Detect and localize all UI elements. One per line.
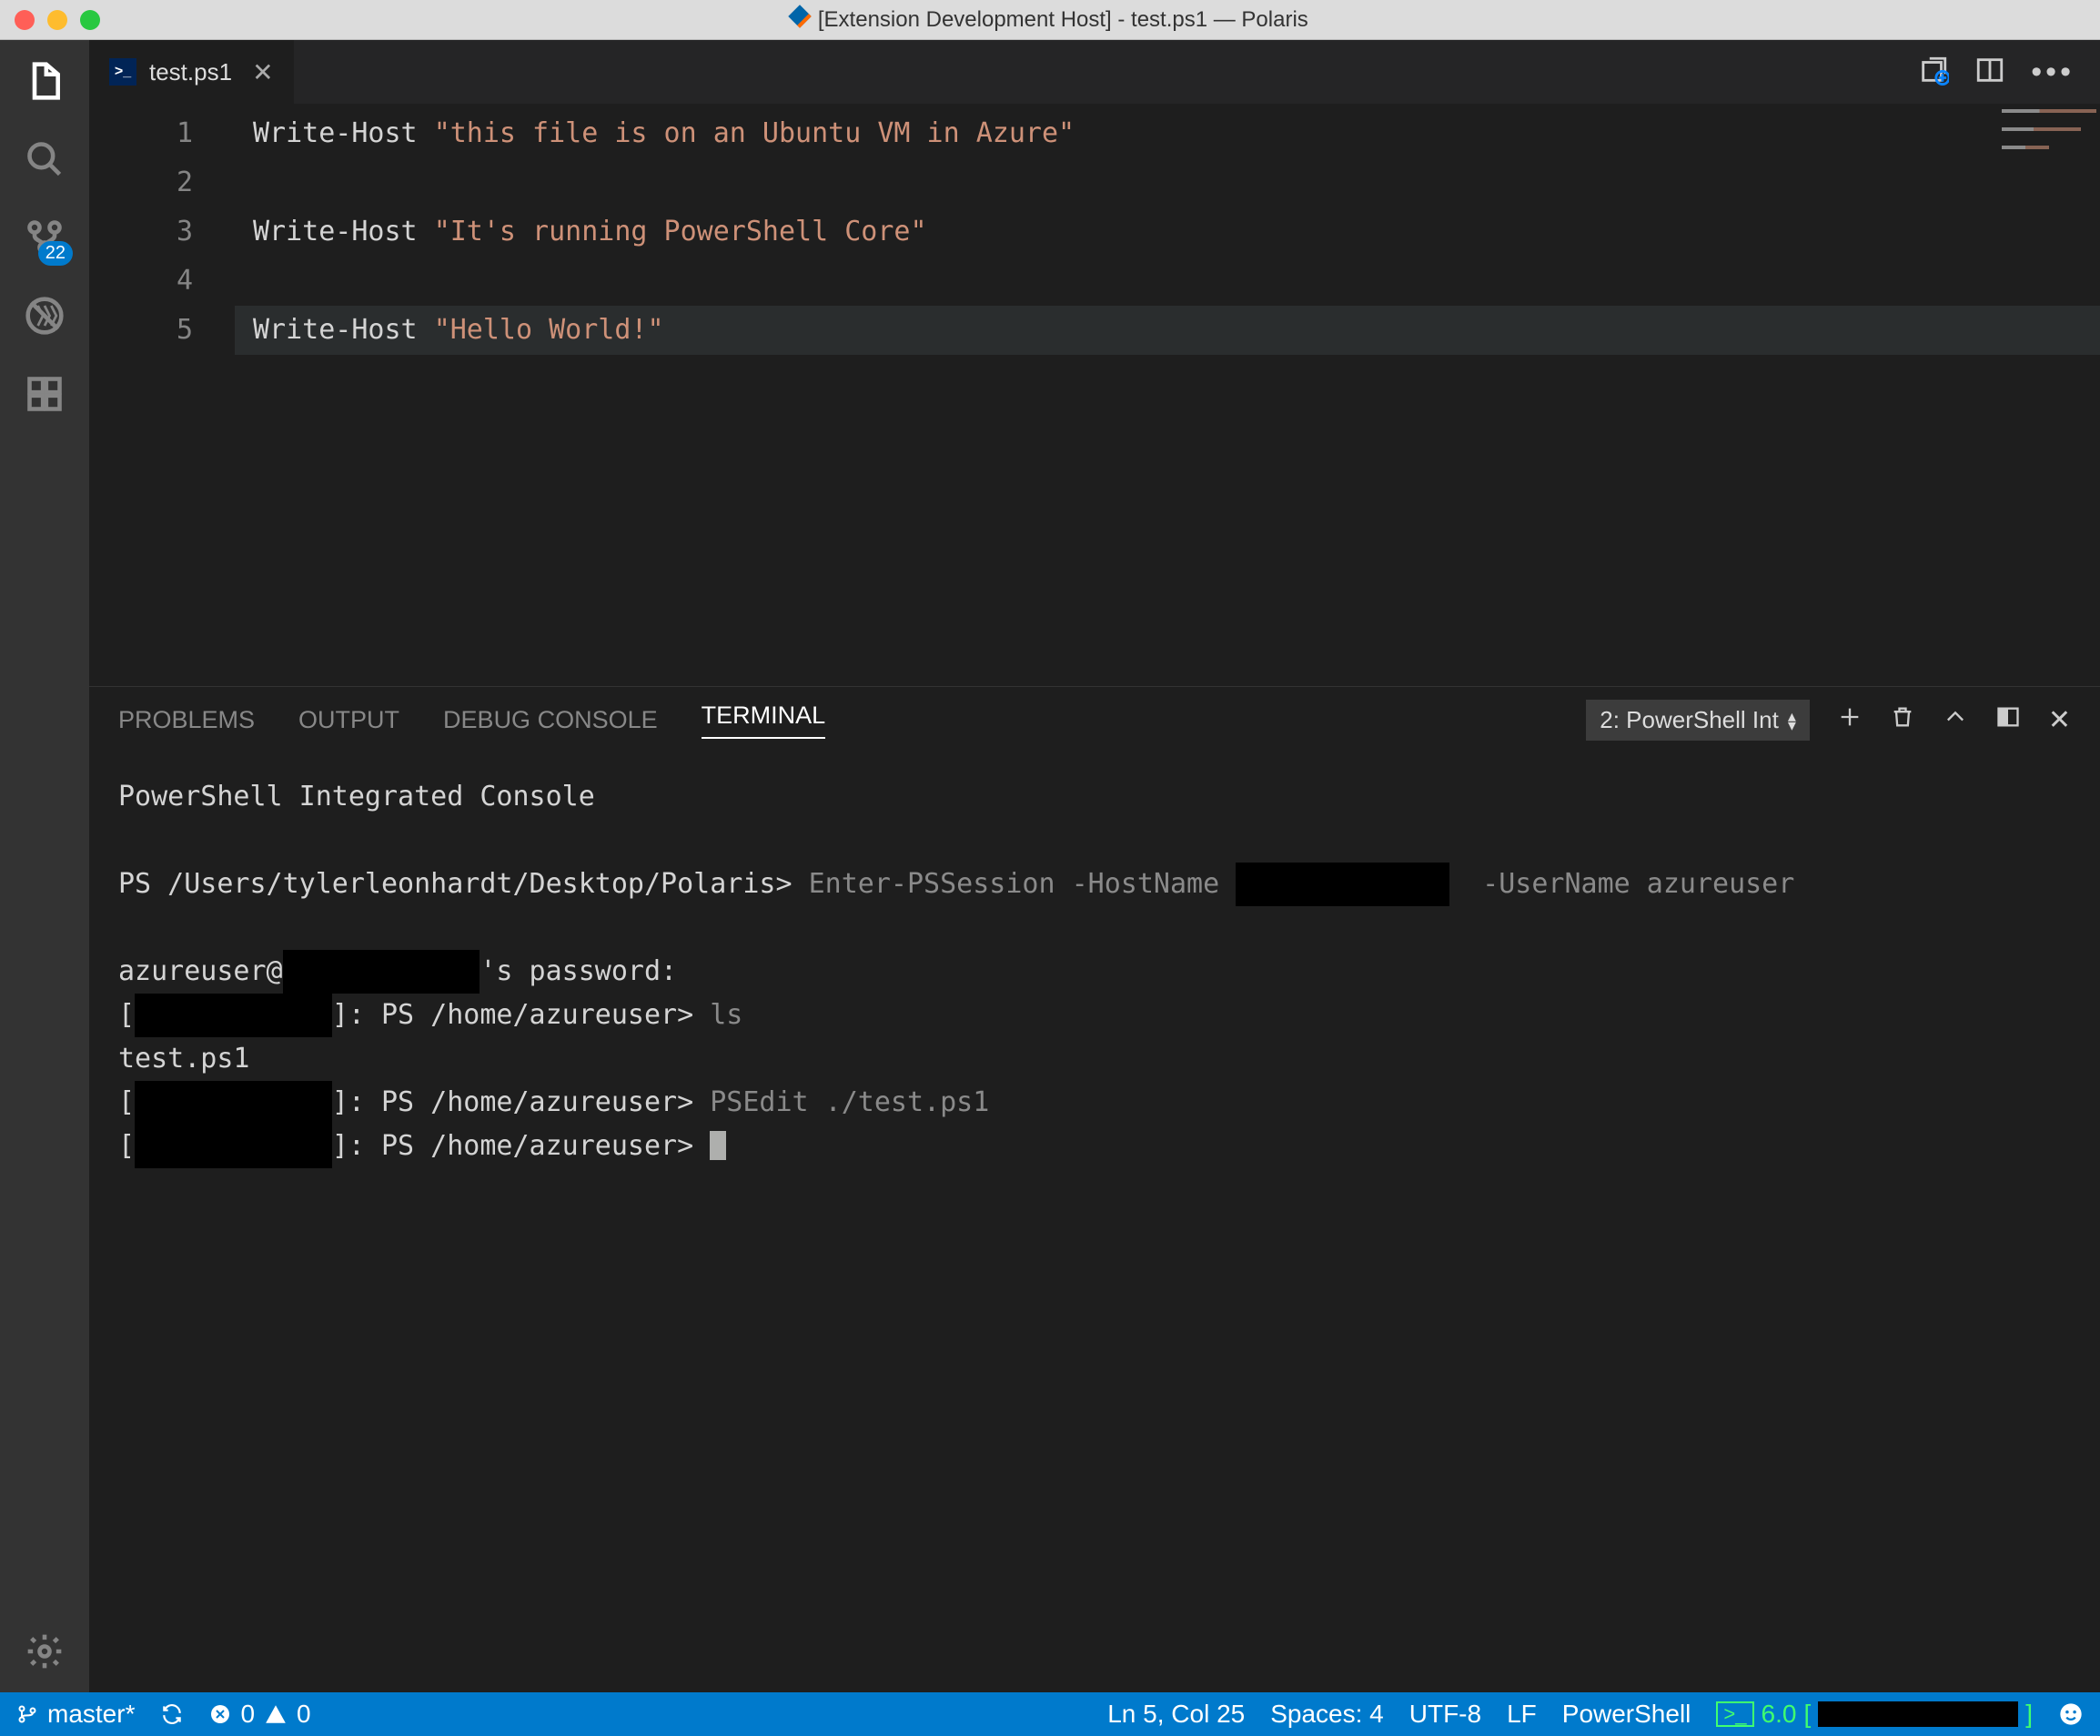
explorer-icon[interactable] [22, 58, 67, 104]
terminal-line: [ [118, 999, 135, 1031]
terminal-cursor [710, 1131, 726, 1160]
terminal-line: azureuser@ [118, 955, 283, 987]
encoding-status[interactable]: UTF-8 [1409, 1700, 1481, 1729]
cursor-position-status[interactable]: Ln 5, Col 25 [1107, 1700, 1245, 1729]
powershell-file-icon: >_ [109, 58, 136, 86]
window-controls [15, 10, 100, 30]
terminal-prompt: ]: PS /home/azureuser> [332, 999, 710, 1031]
close-window-button[interactable] [15, 10, 35, 30]
terminal-header: PowerShell Integrated Console [118, 781, 595, 812]
terminal-output: test.ps1 [118, 1043, 250, 1075]
vscode-icon [788, 5, 811, 27]
terminal-line: 's password: [480, 955, 677, 987]
tab-problems[interactable]: PROBLEMS [118, 706, 255, 734]
terminal-prompt: ]: PS /home/azureuser> [332, 1130, 710, 1162]
search-icon[interactable] [22, 136, 67, 182]
line-number: 1 [89, 109, 193, 158]
panel-tab-bar: PROBLEMS OUTPUT DEBUG CONSOLE TERMINAL 2… [89, 687, 2100, 748]
terminal-selector[interactable]: 2: PowerShell Int ▴▾ [1586, 700, 1810, 741]
warning-count: 0 [297, 1700, 311, 1729]
code-string: "this file is on an Ubuntu VM in Azure" [434, 117, 1075, 149]
activity-bar: 22 [0, 40, 89, 1692]
extensions-icon[interactable] [22, 371, 67, 417]
indentation-status[interactable]: Spaces: 4 [1270, 1700, 1384, 1729]
terminal-command: PSEdit ./test.ps1 [710, 1086, 989, 1118]
branch-name: master* [47, 1700, 135, 1729]
powershell-terminal-icon: >_ [1716, 1701, 1753, 1727]
more-actions-icon[interactable]: ••• [2031, 55, 2075, 90]
window-title: [Extension Development Host] - test.ps1 … [0, 7, 2100, 33]
terminal-command: Enter-PSSession -HostName [809, 868, 1237, 900]
close-panel-icon[interactable]: ✕ [2048, 704, 2071, 736]
redacted-host: xxxxxxxxxxxx [135, 994, 332, 1037]
code-token: Write-Host [253, 117, 434, 149]
sync-status[interactable] [160, 1702, 184, 1726]
panel-layout-icon[interactable] [1995, 704, 2021, 737]
problems-status[interactable]: 0 0 [209, 1700, 310, 1729]
new-terminal-icon[interactable] [1837, 704, 1863, 737]
tab-debug-console[interactable]: DEBUG CONSOLE [443, 706, 658, 734]
line-number-gutter: 1 2 3 4 5 [89, 104, 235, 686]
line-number: 3 [89, 207, 193, 257]
minimap[interactable] [2002, 109, 2096, 164]
terminal-prompt: ]: PS /home/azureuser> [332, 1086, 710, 1118]
bottom-panel: PROBLEMS OUTPUT DEBUG CONSOLE TERMINAL 2… [89, 686, 2100, 1692]
code-token: Write-Host [253, 216, 434, 247]
terminal-line: [ [118, 1086, 135, 1118]
line-number: 5 [89, 306, 193, 355]
terminal-prompt: PS /Users/tylerleonhardt/Desktop/Polaris… [118, 868, 809, 900]
redacted-host: xxxxxxxxxxxx [135, 1081, 332, 1125]
status-bar: master* 0 0 Ln 5, Col 25 Spaces: 4 UTF-8… [0, 1692, 2100, 1736]
ps-version: 6.0 [1762, 1700, 1797, 1729]
terminal[interactable]: PowerShell Integrated Console PS /Users/… [89, 748, 2100, 1692]
terminal-command: ls [710, 999, 742, 1031]
tab-filename: test.ps1 [149, 58, 232, 86]
code-string: "It's running PowerShell Core" [434, 216, 927, 247]
kill-terminal-icon[interactable] [1890, 704, 1915, 737]
window-title-text: [Extension Development Host] - test.ps1 … [818, 7, 1308, 32]
dropdown-arrows-icon: ▴▾ [1788, 712, 1796, 730]
eol-status[interactable]: LF [1507, 1700, 1537, 1729]
tab-output[interactable]: OUTPUT [298, 706, 399, 734]
line-number: 4 [89, 257, 193, 306]
open-changes-icon[interactable] [1918, 55, 1949, 90]
code-string: "Hello World!" [434, 314, 664, 346]
redacted-hostname: xxxxxxxxxxxxx [1236, 863, 1449, 906]
error-count: 0 [240, 1700, 255, 1729]
powershell-version-status[interactable]: >_ 6.0 [] [1716, 1700, 2033, 1729]
git-branch-status[interactable]: master* [16, 1700, 135, 1729]
panel-up-icon[interactable] [1943, 704, 1968, 737]
language-mode-status[interactable]: PowerShell [1562, 1700, 1691, 1729]
tab-terminal[interactable]: TERMINAL [702, 701, 826, 739]
fullscreen-window-button[interactable] [80, 10, 100, 30]
close-tab-icon[interactable]: ✕ [252, 57, 273, 87]
window-titlebar: [Extension Development Host] - test.ps1 … [0, 0, 2100, 40]
code-token: Write-Host [253, 314, 434, 346]
terminal-line: [ [118, 1130, 135, 1162]
feedback-smiley-icon[interactable] [2058, 1701, 2084, 1727]
editor-tab[interactable]: >_ test.ps1 ✕ [89, 40, 295, 104]
code-editor[interactable]: 1 2 3 4 5 Write-Host "this file is on an… [89, 104, 2100, 686]
redacted-host: xxxxxxxxxxxx [135, 1125, 332, 1168]
code-content[interactable]: Write-Host "this file is on an Ubuntu VM… [235, 104, 2100, 686]
debug-icon[interactable] [22, 293, 67, 338]
terminal-command: -UserName azureuser [1466, 868, 1794, 900]
minimize-window-button[interactable] [47, 10, 67, 30]
scm-badge: 22 [38, 241, 73, 266]
editor-tab-bar: >_ test.ps1 ✕ ••• [89, 40, 2100, 104]
source-control-icon[interactable]: 22 [22, 215, 67, 260]
terminal-selector-label: 2: PowerShell Int [1600, 706, 1779, 734]
line-number: 2 [89, 158, 193, 207]
split-editor-icon[interactable] [1974, 55, 2005, 90]
redacted-host: xxxxxxxxxxxx [283, 950, 480, 994]
redacted-session [1818, 1701, 2018, 1727]
settings-gear-icon[interactable] [22, 1629, 67, 1674]
